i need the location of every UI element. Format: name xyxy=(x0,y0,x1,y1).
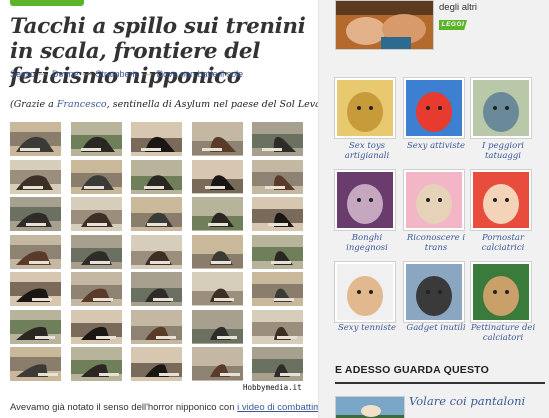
photo-grid xyxy=(10,122,303,384)
grid-photo[interactable] xyxy=(192,347,243,381)
tag-stramberie[interactable]: Stramberie xyxy=(96,69,140,79)
grid-photo[interactable] xyxy=(10,122,61,156)
pornstar-thumb[interactable] xyxy=(471,170,531,230)
grid-photo[interactable] xyxy=(71,234,122,269)
grid-photo[interactable] xyxy=(10,347,61,381)
grid-photo[interactable] xyxy=(192,272,243,306)
grid-photo[interactable] xyxy=(252,122,303,156)
grid-photo[interactable] xyxy=(192,309,243,344)
green-accent-bar xyxy=(10,0,84,6)
thumbnail-caption[interactable]: I peggiori tatuaggi xyxy=(468,141,538,161)
sex-toys-thumb[interactable] xyxy=(335,78,395,138)
tag-dove-non-batte-il-sole[interactable]: Dove non batte il sole xyxy=(157,69,244,79)
top-story-image[interactable] xyxy=(335,0,434,50)
grid-photo[interactable] xyxy=(192,159,243,194)
thumbnail-caption[interactable]: Sexy tenniste xyxy=(332,323,402,333)
article-column: Tacchi a spillo sui trenini in scala, fr… xyxy=(0,0,340,418)
credit-suffix: , sentinella di Asylum nel paese del Sol… xyxy=(106,99,341,110)
grid-photo[interactable] xyxy=(10,309,61,344)
tennis-thumb[interactable] xyxy=(335,262,395,322)
grid-photo[interactable] xyxy=(131,347,182,381)
tag-donne[interactable]: Donne xyxy=(52,69,79,79)
grid-photo[interactable] xyxy=(131,234,182,269)
thumbnail-caption[interactable]: Sexy attiviste xyxy=(401,141,471,151)
grid-photo[interactable] xyxy=(71,272,122,306)
grid-photo[interactable] xyxy=(71,197,122,231)
leggi-button[interactable]: LEGGI xyxy=(439,20,467,30)
grid-photo[interactable] xyxy=(192,197,243,231)
grid-photo[interactable] xyxy=(192,122,243,156)
thumbnail-caption[interactable]: Sex toys artigianali xyxy=(332,141,402,161)
grid-photo[interactable] xyxy=(131,309,182,344)
credit-line: (Grazie a Francesco, sentinella di Asylu… xyxy=(10,99,340,110)
hairstyle-thumb[interactable] xyxy=(471,262,531,322)
tag-sesso[interactable]: Sesso xyxy=(10,69,35,79)
trans-thumb[interactable] xyxy=(404,170,464,230)
thumbnail-caption[interactable]: Pettinature dei calciatori xyxy=(468,323,538,343)
credit-prefix: (Grazie a xyxy=(10,99,57,110)
credit-link-francesco[interactable]: Francesco xyxy=(57,99,107,110)
grid-photo[interactable] xyxy=(10,234,61,269)
grid-photo[interactable] xyxy=(252,197,303,231)
grid-photo[interactable] xyxy=(252,159,303,194)
grid-photo[interactable] xyxy=(10,197,61,231)
grid-photo[interactable] xyxy=(10,272,61,306)
grid-photo[interactable] xyxy=(10,159,61,194)
grid-photo[interactable] xyxy=(252,234,303,269)
tattoo-thumb[interactable] xyxy=(471,78,531,138)
next-story-thumb[interactable] xyxy=(335,396,405,418)
grid-photo[interactable] xyxy=(131,272,182,306)
grid-photo[interactable] xyxy=(131,159,182,194)
watermark: Hobbymedia.it xyxy=(243,383,302,392)
thumbnail-caption[interactable]: Gadget inutili xyxy=(401,323,471,333)
grid-photo[interactable] xyxy=(71,347,122,381)
grid-photo[interactable] xyxy=(131,197,182,231)
bong-thumb[interactable] xyxy=(335,170,395,230)
section-heading: E ADESSO GUARDA QUESTO xyxy=(335,364,545,384)
next-story-title[interactable]: Volare coi pantaloni xyxy=(409,395,525,408)
grid-photo[interactable] xyxy=(131,122,182,156)
tag-list: Sesso — Donne — Stramberie — Dove non batte il… xyxy=(10,69,244,79)
thumbnail-caption[interactable]: Pornostar calciatrici xyxy=(468,233,538,253)
body-prefix: Avevamo già notato il senso dell'horror … xyxy=(10,402,238,413)
thumbnail-caption[interactable]: Riconoscere i trans xyxy=(401,233,471,253)
article-body-text: Avevamo già notato il senso dell'horror … xyxy=(10,402,336,413)
activists-thumb[interactable] xyxy=(404,78,464,138)
grid-photo[interactable] xyxy=(71,159,122,194)
top-story-text: degli altri xyxy=(439,2,478,13)
gadget-thumb[interactable] xyxy=(404,262,464,322)
grid-photo[interactable] xyxy=(252,309,303,344)
grid-photo[interactable] xyxy=(252,272,303,306)
thumbnail-caption[interactable]: Bonghi ingegnosi xyxy=(332,233,402,253)
sidebar: degli altri LEGGI Sex toys artigianali Se… xyxy=(318,0,549,418)
grid-photo[interactable] xyxy=(71,309,122,344)
grid-photo[interactable] xyxy=(252,347,303,381)
grid-photo[interactable] xyxy=(192,234,243,269)
grid-photo[interactable] xyxy=(71,122,122,156)
